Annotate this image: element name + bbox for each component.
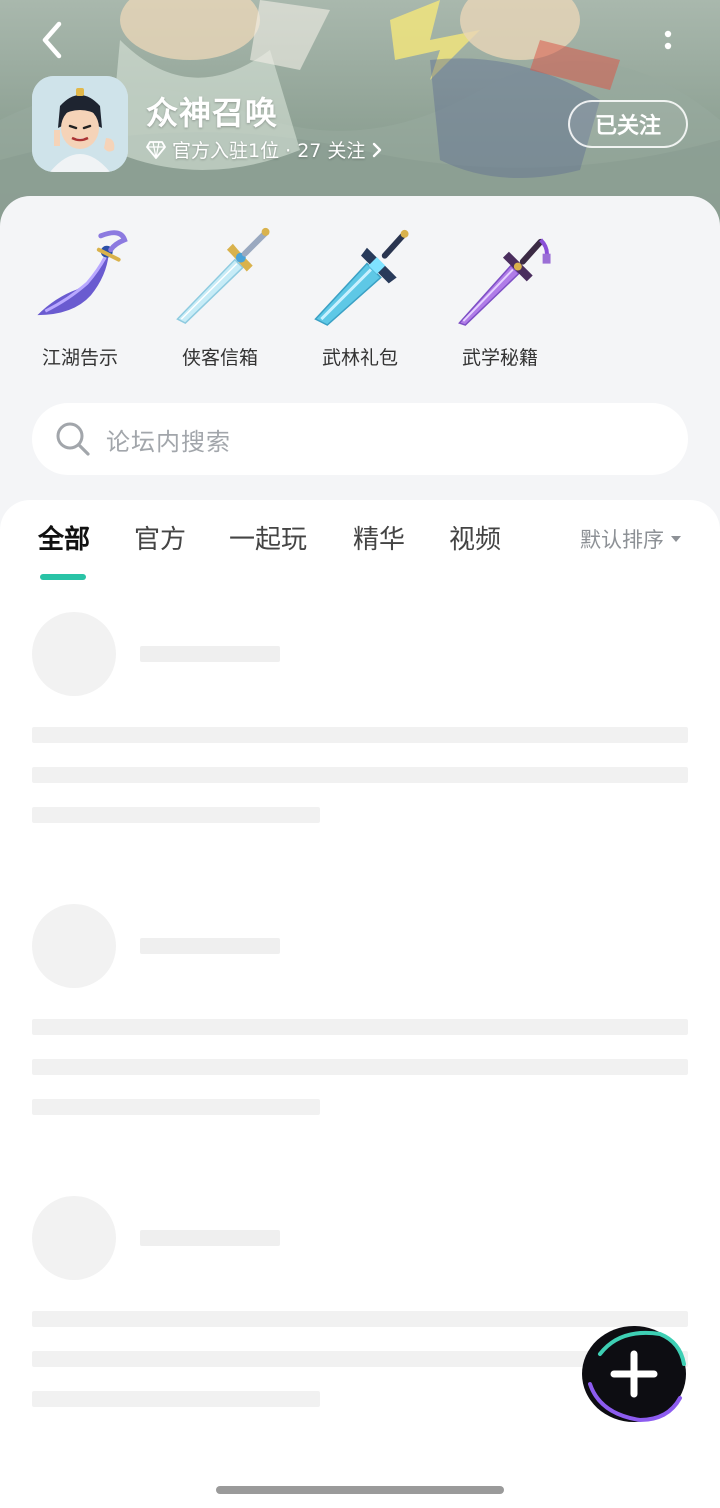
skeleton-avatar	[32, 1196, 116, 1280]
skeleton-line	[32, 807, 320, 823]
ice-sword-icon	[176, 227, 270, 324]
tab-official[interactable]: 官方	[134, 520, 186, 564]
skeleton-line	[32, 727, 688, 743]
game-avatar[interactable]	[32, 76, 128, 172]
sort-dropdown[interactable]: 默认排序	[580, 524, 682, 554]
purple-sword-icon	[458, 238, 551, 326]
more-vertical-icon	[664, 30, 672, 50]
search-icon	[56, 422, 90, 456]
shortcut-label: 武林礼包	[321, 347, 398, 369]
shortcut-mailbox[interactable]: 侠客信箱	[160, 220, 280, 370]
game-title: 众神召唤	[146, 94, 279, 132]
shortcut-manual[interactable]: 武学秘籍	[440, 220, 560, 370]
skeleton-username	[140, 646, 280, 662]
category-tabs: 全部 官方 一起玩 精华 视频 默认排序	[0, 520, 720, 580]
home-indicator	[216, 1486, 504, 1494]
back-button[interactable]	[30, 18, 74, 62]
active-tab-indicator	[40, 574, 86, 580]
tab-all[interactable]: 全部	[38, 520, 90, 564]
forum-tools-panel: 江湖告示 侠客信箱 武林礼包 武学秘籍 论坛内搜索	[0, 196, 720, 536]
shortcut-label: 武学秘籍	[461, 347, 538, 369]
official-follow-text: 官方入驻1位 · 27 关注	[172, 140, 366, 162]
skeleton-line	[32, 1019, 688, 1035]
forum-search-bar[interactable]: 论坛内搜索	[32, 403, 688, 475]
caret-down-icon	[671, 536, 681, 542]
tab-play-together[interactable]: 一起玩	[229, 520, 307, 564]
shortcut-announcements[interactable]: 江湖告示	[20, 220, 140, 370]
character-portrait-icon	[32, 76, 128, 172]
curved-blade-icon	[37, 230, 128, 316]
skeleton-line	[32, 1391, 320, 1407]
skeleton-username	[140, 1230, 280, 1246]
shortcut-gift-pack[interactable]: 武林礼包	[300, 220, 420, 370]
tab-video[interactable]: 视频	[449, 520, 501, 564]
official-follow-info[interactable]: 官方入驻1位 · 27 关注	[146, 136, 383, 163]
skeleton-line	[32, 767, 688, 783]
tab-featured[interactable]: 精华	[353, 520, 405, 564]
shortcut-label: 江湖告示	[41, 347, 118, 369]
sort-label: 默认排序	[580, 528, 664, 552]
skeleton-avatar	[32, 612, 116, 696]
search-placeholder: 论坛内搜索	[106, 427, 231, 456]
skeleton-avatar	[32, 904, 116, 988]
skeleton-line	[32, 1059, 688, 1075]
plus-icon	[582, 1326, 686, 1423]
diamond-icon	[146, 140, 166, 159]
create-post-button[interactable]	[580, 1324, 688, 1424]
broad-sword-icon	[314, 229, 409, 326]
skeleton-username	[140, 938, 280, 954]
followed-button[interactable]: 已关注	[568, 100, 688, 148]
more-options-button[interactable]	[650, 22, 686, 58]
chevron-right-icon	[373, 142, 382, 157]
chevron-left-icon	[42, 21, 62, 59]
skeleton-line	[32, 1099, 320, 1115]
shortcut-label: 侠客信箱	[181, 347, 258, 369]
